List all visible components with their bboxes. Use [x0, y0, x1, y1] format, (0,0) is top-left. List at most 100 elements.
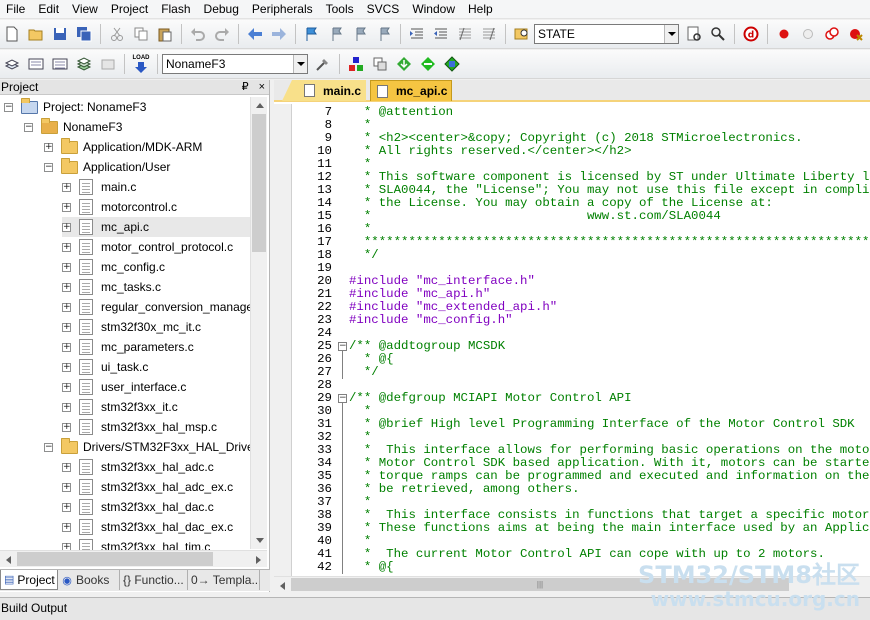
scroll-up-arrow-icon[interactable] — [251, 97, 268, 114]
tree-item-file[interactable]: + stm32f3xx_hal_dac.c — [62, 497, 214, 517]
expand-icon[interactable]: + — [62, 522, 71, 532]
tree-item-folder[interactable]: − Application/User — [44, 157, 170, 177]
menu-help[interactable]: Help — [462, 0, 500, 19]
menu-svcs[interactable]: SVCS — [361, 0, 407, 19]
nav-forward-icon[interactable] — [268, 23, 290, 45]
tab-templates[interactable]: 0→ Templa... — [188, 570, 260, 590]
stop-build-icon[interactable] — [97, 53, 119, 75]
menu-window[interactable]: Window — [406, 0, 462, 19]
batch-build-icon[interactable] — [73, 53, 95, 75]
expand-icon[interactable]: + — [62, 182, 71, 192]
copy-icon[interactable] — [130, 23, 152, 45]
project-tree-vertical-scrollbar[interactable] — [250, 97, 267, 549]
scroll-thumb[interactable] — [252, 114, 266, 252]
build-icon[interactable] — [25, 53, 47, 75]
tab-project[interactable]: ▤ Project — [0, 570, 58, 590]
target-select[interactable]: NonameF3 — [162, 54, 308, 74]
breakpoint-disable-all-icon[interactable] — [821, 23, 843, 45]
rte-icon[interactable] — [417, 53, 439, 75]
software-packs-icon[interactable] — [441, 53, 463, 75]
target-options-icon[interactable] — [312, 53, 334, 75]
comment-icon[interactable] — [454, 23, 476, 45]
tree-item-file[interactable]: + stm32f3xx_hal_adc_ex.c — [62, 477, 233, 497]
tree-item-target[interactable]: − NonameF3 — [24, 117, 122, 137]
undo-icon[interactable] — [187, 23, 209, 45]
expand-icon[interactable]: + — [62, 262, 71, 272]
debug-start-icon[interactable]: d — [740, 23, 762, 45]
expand-icon[interactable]: + — [62, 222, 71, 232]
menu-file[interactable]: File — [0, 0, 32, 19]
rebuild-icon[interactable] — [49, 53, 71, 75]
tree-item-file[interactable]: + user_interface.c — [62, 377, 186, 397]
chevron-down-icon[interactable] — [293, 55, 307, 73]
tree-item-file[interactable]: + stm32f3xx_it.c — [62, 397, 178, 417]
manage-project-items-icon[interactable] — [345, 53, 367, 75]
scroll-thumb[interactable] — [17, 552, 213, 566]
bookmark-prev-icon[interactable] — [325, 23, 347, 45]
menu-debug[interactable]: Debug — [198, 0, 246, 19]
tree-item-folder[interactable]: + Application/MDK-ARM — [44, 137, 202, 157]
tree-item-file[interactable]: + motorcontrol.c — [62, 197, 177, 217]
menu-peripherals[interactable]: Peripherals — [246, 0, 320, 19]
unindent-icon[interactable] — [430, 23, 452, 45]
collapse-icon[interactable]: − — [44, 162, 53, 172]
tree-item-file[interactable]: + regular_conversion_manage — [62, 297, 250, 317]
breakpoint-enable-icon[interactable] — [797, 23, 819, 45]
save-icon[interactable] — [49, 23, 71, 45]
new-file-icon[interactable] — [1, 23, 23, 45]
expand-icon[interactable]: + — [62, 482, 71, 492]
collapse-icon[interactable]: − — [4, 102, 13, 112]
breakpoint-kill-all-icon[interactable] — [845, 23, 867, 45]
tree-item-file[interactable]: + main.c — [62, 177, 136, 197]
find-in-files-icon[interactable] — [511, 23, 533, 45]
breakpoint-insert-icon[interactable] — [773, 23, 795, 45]
collapse-icon[interactable]: − — [24, 122, 33, 132]
download-load-icon[interactable]: LOAD — [130, 53, 152, 75]
bookmark-next-icon[interactable] — [349, 23, 371, 45]
tab-functions[interactable]: {} Functio... — [120, 570, 188, 590]
expand-icon[interactable]: + — [62, 422, 71, 432]
fold-collapse-icon[interactable]: − — [338, 394, 347, 403]
pack-installer-icon[interactable] — [393, 53, 415, 75]
tab-main-c[interactable]: main.c — [282, 80, 366, 101]
find-combo[interactable]: STATE — [534, 24, 679, 44]
code-text-area[interactable]: 7 * @attention 8 * 9 * <h2><center>&copy; … — [274, 104, 870, 576]
expand-icon[interactable]: + — [62, 202, 71, 212]
tree-item-file[interactable]: + mc_tasks.c — [62, 277, 161, 297]
redo-icon[interactable] — [211, 23, 233, 45]
scroll-left-arrow-icon[interactable] — [274, 577, 291, 594]
tree-item-file[interactable]: + ui_task.c — [62, 357, 148, 377]
tree-item-project[interactable]: − Project: NonameF3 — [4, 97, 146, 117]
menu-flash[interactable]: Flash — [155, 0, 197, 19]
tab-mc-api-c[interactable]: mc_api.c — [370, 80, 452, 101]
tree-item-file[interactable]: + stm32f3xx_hal_dac_ex.c — [62, 517, 233, 537]
expand-icon[interactable]: + — [44, 142, 53, 152]
expand-icon[interactable]: + — [62, 382, 71, 392]
translate-icon[interactable] — [1, 53, 23, 75]
expand-icon[interactable]: + — [62, 402, 71, 412]
project-tree-horizontal-scrollbar[interactable] — [0, 550, 267, 567]
bookmark-clear-icon[interactable] — [373, 23, 395, 45]
nav-back-icon[interactable] — [244, 23, 266, 45]
tree-item-file[interactable]: + stm32f3xx_hal_adc.c — [62, 457, 214, 477]
expand-icon[interactable]: + — [62, 502, 71, 512]
expand-icon[interactable]: + — [62, 342, 71, 352]
pin-icon[interactable]: ₽ — [242, 80, 249, 95]
cut-icon[interactable] — [106, 23, 128, 45]
menu-view[interactable]: View — [66, 0, 105, 19]
find-icon[interactable] — [683, 23, 705, 45]
scroll-down-arrow-icon[interactable] — [251, 532, 268, 549]
chevron-down-icon[interactable] — [664, 25, 678, 43]
indent-icon[interactable] — [406, 23, 428, 45]
expand-icon[interactable]: + — [62, 322, 71, 332]
tree-item-file[interactable]: + stm32f3xx_hal_msp.c — [62, 417, 217, 437]
save-all-icon[interactable] — [73, 23, 95, 45]
uncomment-icon[interactable] — [478, 23, 500, 45]
bookmark-icon[interactable] — [301, 23, 323, 45]
menu-project[interactable]: Project — [105, 0, 155, 19]
expand-icon[interactable]: + — [62, 462, 71, 472]
menu-tools[interactable]: Tools — [320, 0, 361, 19]
open-folder-icon[interactable] — [25, 23, 47, 45]
collapse-icon[interactable]: − — [44, 442, 53, 452]
expand-icon[interactable]: + — [62, 242, 71, 252]
